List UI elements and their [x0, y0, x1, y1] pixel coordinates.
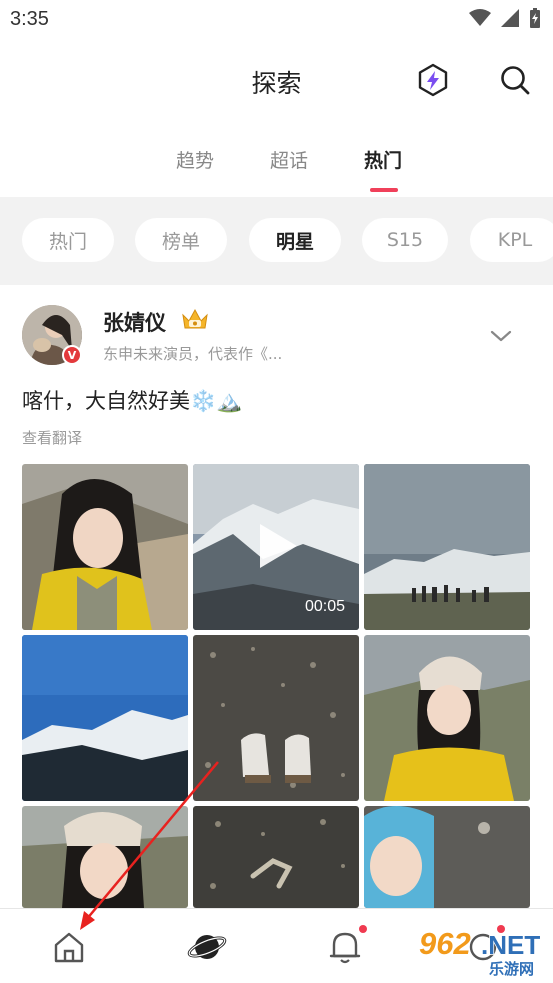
photo-thumbnail[interactable] — [22, 464, 188, 630]
photo-thumbnail[interactable] — [364, 464, 530, 630]
svg-text:.NET: .NET — [481, 930, 540, 960]
translate-link[interactable]: 查看翻译 — [22, 427, 82, 448]
photo-thumbnail[interactable] — [22, 635, 188, 801]
nav-notifications[interactable] — [325, 927, 365, 967]
status-icons — [469, 8, 541, 28]
search-icon — [501, 66, 530, 95]
photo-thumbnail[interactable] — [193, 635, 359, 801]
home-icon — [54, 932, 84, 963]
top-bar: 探索 — [0, 40, 553, 120]
status-bar: 3:35 — [0, 0, 553, 40]
notification-dot — [359, 925, 367, 933]
chip-hot[interactable]: 热门 — [22, 218, 114, 262]
tab-super-topic[interactable]: 超话 — [270, 146, 308, 173]
signal-icon — [501, 9, 519, 27]
chip-celebrity[interactable]: 明星 — [249, 218, 341, 262]
wifi-icon — [469, 9, 491, 26]
lightning-hexagon-button[interactable] — [415, 62, 451, 98]
photo-thumbnail[interactable] — [193, 806, 359, 908]
nav-home[interactable] — [49, 927, 89, 967]
lightning-hexagon-icon — [418, 63, 448, 97]
svg-text:962: 962 — [419, 926, 471, 961]
chevron-down-icon[interactable] — [490, 329, 512, 343]
chip-s15[interactable]: S15 — [362, 218, 448, 262]
explore-tabs: 趋势 超话 热门 — [0, 140, 553, 196]
chip-ranking[interactable]: 榜单 — [135, 218, 227, 262]
post-text: 喀什，大自然好美❄️🏔️ — [22, 389, 243, 413]
planet-icon — [187, 935, 227, 959]
bell-icon — [329, 932, 361, 964]
photo-thumbnail[interactable] — [364, 806, 530, 908]
verified-badge: V — [62, 345, 82, 365]
status-time: 3:35 — [10, 8, 49, 30]
video-thumbnail[interactable]: 00:05 — [193, 464, 359, 630]
active-tab-indicator — [370, 188, 398, 192]
watermark-logo: 962 .NET 乐游网 — [415, 920, 553, 978]
nav-explore[interactable] — [187, 927, 227, 967]
watermark-sub-text: 乐游网 — [489, 960, 534, 978]
search-button[interactable] — [497, 62, 533, 98]
tab-hot[interactable]: 热门 — [364, 146, 402, 173]
photo-thumbnail[interactable] — [22, 806, 188, 908]
author-description: 东申未来演员，代表作《... — [103, 345, 283, 363]
page-title: 探索 — [251, 69, 302, 98]
photo-thumbnail[interactable] — [364, 635, 530, 801]
video-duration: 00:05 — [304, 598, 345, 615]
tab-trending[interactable]: 趋势 — [176, 146, 214, 173]
battery-icon — [530, 8, 540, 28]
category-chip-row: 热门 榜单 明星 S15 KPL — [0, 197, 553, 285]
author-name[interactable]: 张婧仪 — [103, 307, 166, 337]
chip-kpl[interactable]: KPL — [470, 218, 553, 262]
crown-icon — [182, 308, 208, 329]
